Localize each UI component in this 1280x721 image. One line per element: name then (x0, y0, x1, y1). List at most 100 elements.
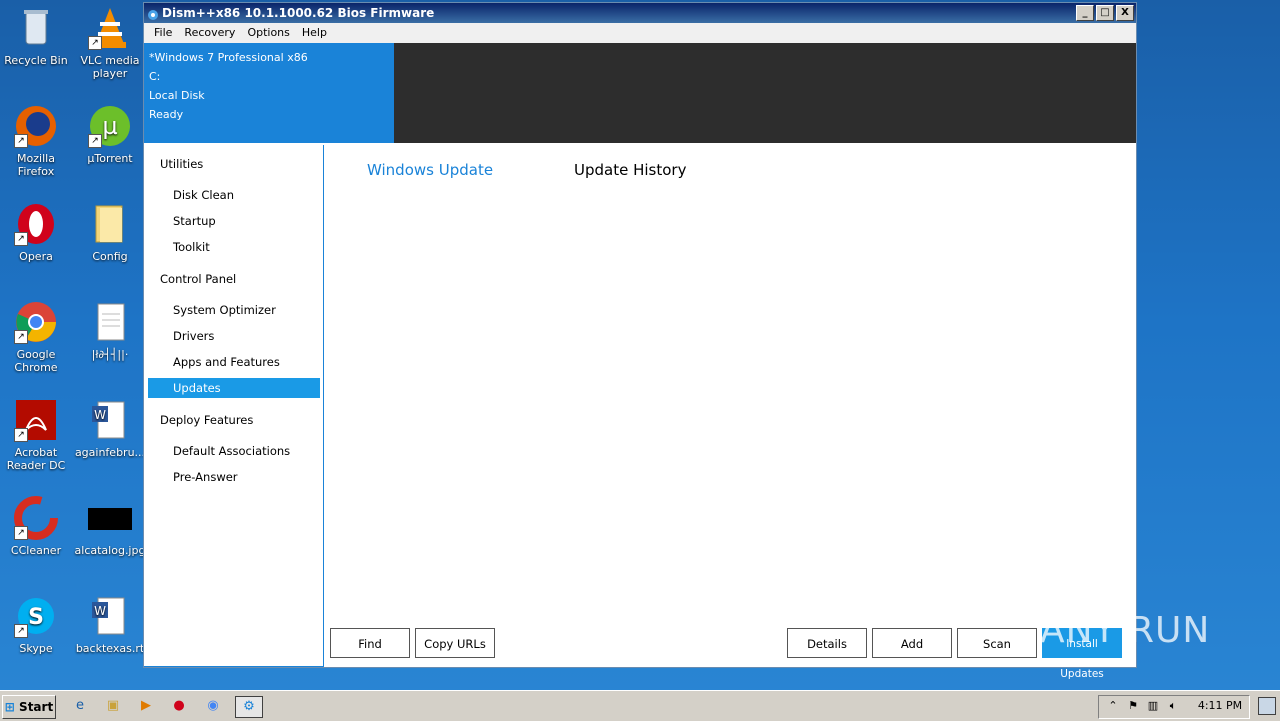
svg-text:µ: µ (102, 112, 117, 140)
desktop-icon-acrobat[interactable]: ↗ Acrobat Reader DC (0, 398, 72, 472)
copy-urls-button[interactable]: Copy URLs (415, 628, 495, 658)
sidebar-group-deploy-features: Deploy Features (160, 413, 254, 427)
disk-name: Local Disk (149, 89, 205, 102)
desktop-icon-label: VLC media player (80, 54, 140, 80)
menu-recovery[interactable]: Recovery (178, 23, 241, 43)
shortcut-arrow-icon: ↗ (14, 330, 28, 344)
svg-text:W: W (94, 408, 106, 422)
sidebar-item-drivers[interactable]: Drivers (148, 326, 320, 346)
volume-icon[interactable]: 🔈︎ (1163, 696, 1183, 716)
tab-update-history[interactable]: Update History (574, 161, 686, 179)
folder-icon (88, 202, 132, 246)
tab-windows-update[interactable]: Windows Update (367, 161, 493, 179)
desktop-icon-skype[interactable]: S ↗ Skype (0, 594, 72, 655)
vlc-cone-icon: ↗ (88, 6, 132, 50)
sidebar-item-startup[interactable]: Startup (148, 211, 320, 231)
header-panel: *Windows 7 Professional x86 C: Local Dis… (144, 43, 1136, 143)
document-icon (88, 300, 132, 344)
desktop-icon-label: Config (92, 250, 128, 263)
shortcut-arrow-icon: ↗ (14, 624, 28, 638)
desktop-icon-word-doc[interactable]: W againfebru... (74, 398, 146, 459)
desktop-icon-file[interactable]: |ł∂┤┤||· (74, 300, 146, 361)
shortcut-arrow-icon: ↗ (14, 428, 28, 442)
desktop-icon-opera[interactable]: ↗ Opera (0, 202, 72, 263)
svg-text:W: W (94, 604, 106, 618)
shortcut-arrow-icon: ↗ (14, 232, 28, 246)
word-document-icon: W (88, 398, 132, 442)
sidebar-group-control-panel: Control Panel (160, 272, 237, 286)
desktop-icon-label: Google Chrome (14, 348, 58, 374)
desktop-icon-config[interactable]: Config (74, 202, 146, 263)
image-thumbnail-icon (88, 496, 132, 540)
sidebar: Utilities Disk Clean Startup Toolkit Con… (144, 145, 324, 667)
desktop-icon-label: |ł∂┤┤||· (91, 348, 129, 361)
sidebar-group-utilities: Utilities (160, 157, 204, 171)
taskbar-clock[interactable]: 4:11 PM (1190, 695, 1250, 717)
find-button[interactable]: Find (330, 628, 410, 658)
dism-taskbar-icon[interactable]: ⚙ (235, 696, 263, 718)
chrome-taskbar-icon[interactable]: ◉ (203, 696, 223, 716)
recycle-bin-icon (14, 6, 58, 50)
desktop-icon-label: backtexas.rt (75, 642, 145, 655)
network-icon[interactable]: ▥ (1143, 696, 1163, 716)
sidebar-item-updates[interactable]: Updates (148, 378, 320, 398)
windows-logo-icon: ⊞ (4, 700, 15, 714)
skype-icon: S ↗ (14, 594, 58, 638)
desktop-icon-label: CCleaner (10, 544, 62, 557)
anyrun-watermark: ANY RUN (1040, 610, 1211, 651)
media-player-icon[interactable]: ▶ (136, 696, 156, 716)
chevron-up-icon[interactable]: ⌃ (1103, 696, 1123, 716)
sidebar-item-toolkit[interactable]: Toolkit (148, 237, 320, 257)
start-label: Start (19, 700, 54, 714)
title-bar[interactable]: Dism++x86 10.1.1000.62 Bios Firmware _ □… (144, 3, 1136, 23)
chrome-icon: ↗ (14, 300, 58, 344)
action-center-flag-icon[interactable]: ⚑ (1123, 696, 1143, 716)
menu-options[interactable]: Options (241, 23, 295, 43)
show-desktop-icon[interactable] (1258, 697, 1276, 715)
sidebar-item-system-optimizer[interactable]: System Optimizer (148, 300, 320, 320)
explorer-folder-icon[interactable]: ▣ (103, 696, 123, 716)
desktop-icon-image[interactable]: alcatalog.jpg (74, 496, 146, 557)
desktop-icon-label: µTorrent (87, 152, 133, 165)
maximize-button[interactable]: □ (1096, 5, 1114, 21)
desktop-icon-recycle-bin[interactable]: Recycle Bin (0, 6, 72, 67)
desktop-icon-label: Recycle Bin (4, 54, 68, 67)
desktop-icon-label: alcatalog.jpg (74, 544, 146, 557)
desktop-icon-label: Mozilla Firefox (17, 152, 55, 178)
desktop-icon-label: Opera (19, 250, 53, 263)
menu-help[interactable]: Help (296, 23, 333, 43)
desktop-icon-word-doc-2[interactable]: W backtexas.rt (74, 594, 146, 655)
utorrent-icon: µ ↗ (88, 104, 132, 148)
session-info[interactable]: *Windows 7 Professional x86 C: Local Dis… (144, 43, 394, 143)
status-text: Ready (149, 108, 184, 121)
start-button[interactable]: ⊞ Start (2, 695, 56, 719)
desktop-icon-firefox[interactable]: ↗ Mozilla Firefox (0, 104, 72, 178)
taskbar: ⊞ Start e ▣ ▶ ● ◉ ⚙ ⌃ ⚑ ▥ 🔈︎ 4:11 PM (0, 690, 1280, 721)
details-button[interactable]: Details (787, 628, 867, 658)
shortcut-arrow-icon: ↗ (14, 526, 28, 540)
sidebar-item-apps-and-features[interactable]: Apps and Features (148, 352, 320, 372)
shortcut-arrow-icon: ↗ (14, 134, 28, 148)
close-button[interactable]: X (1116, 5, 1134, 21)
sidebar-item-pre-answer[interactable]: Pre-Answer (148, 467, 320, 487)
shortcut-arrow-icon: ↗ (88, 134, 102, 148)
ie-icon[interactable]: e (70, 696, 90, 716)
header-dark-panel (394, 43, 1136, 143)
desktop: Recycle Bin ↗ VLC media player ↗ Mozilla… (0, 0, 145, 690)
svg-text:S: S (28, 605, 44, 630)
menu-file[interactable]: File (148, 23, 178, 43)
opera-taskbar-icon[interactable]: ● (169, 696, 189, 716)
opera-icon: ↗ (14, 202, 58, 246)
desktop-icon-ccleaner[interactable]: ↗ CCleaner (0, 496, 72, 557)
firefox-icon: ↗ (14, 104, 58, 148)
desktop-icon-utorrent[interactable]: µ ↗ µTorrent (74, 104, 146, 165)
gear-icon (147, 7, 159, 20)
desktop-icon-vlc[interactable]: ↗ VLC media player (74, 6, 146, 80)
minimize-button[interactable]: _ (1076, 5, 1094, 21)
add-button[interactable]: Add (872, 628, 952, 658)
sidebar-item-disk-clean[interactable]: Disk Clean (148, 185, 320, 205)
sidebar-item-default-associations[interactable]: Default Associations (148, 441, 320, 461)
shortcut-arrow-icon: ↗ (88, 36, 102, 50)
desktop-icon-chrome[interactable]: ↗ Google Chrome (0, 300, 72, 374)
scan-button[interactable]: Scan (957, 628, 1037, 658)
